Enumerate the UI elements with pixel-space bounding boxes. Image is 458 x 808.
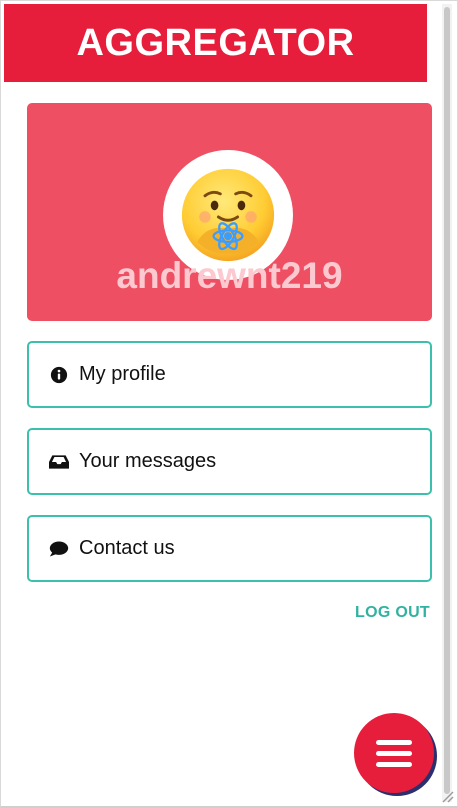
your-messages-button[interactable]: Your messages: [27, 428, 432, 495]
scrollbar-thumb[interactable]: [444, 7, 450, 794]
app-title: AGGREGATOR: [76, 21, 355, 64]
app-window: AGGREGATOR andrewnt219 My profile Your m…: [0, 0, 458, 808]
contact-us-label: Contact us: [79, 537, 175, 559]
username: andrewnt219: [116, 255, 343, 296]
menu-fab-button[interactable]: [354, 713, 434, 793]
my-profile-button[interactable]: My profile: [27, 341, 432, 408]
hamburger-menu-icon: [376, 739, 412, 745]
info-circle-icon: [49, 365, 69, 385]
inbox-icon: [49, 452, 69, 472]
top-bar: AGGREGATOR: [4, 4, 427, 82]
contact-us-button[interactable]: Contact us: [27, 515, 432, 582]
your-messages-label: Your messages: [79, 450, 217, 472]
logout-link[interactable]: LOG OUT: [355, 604, 430, 622]
care-emoji-react-avatar-icon: [181, 168, 275, 262]
comment-icon: [49, 539, 69, 559]
my-profile-label: My profile: [79, 363, 166, 385]
profile-card: andrewnt219: [27, 103, 432, 321]
resize-grip-icon[interactable]: [439, 788, 455, 804]
